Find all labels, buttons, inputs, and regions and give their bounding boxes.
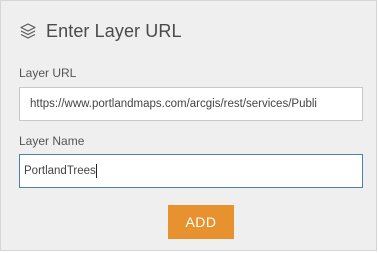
layer-url-label: Layer URL <box>19 66 77 80</box>
panel-header: Enter Layer URL <box>19 19 182 43</box>
layer-name-input[interactable]: PortlandTrees <box>19 154 363 188</box>
text-cursor <box>95 164 97 178</box>
layer-name-label: Layer Name <box>19 134 85 148</box>
layer-name-value: PortlandTrees <box>24 165 96 177</box>
layer-url-input[interactable]: https://www.portlandmaps.com/arcgis/rest… <box>19 87 363 121</box>
layer-url-value: https://www.portlandmaps.com/arcgis/rest… <box>30 98 317 110</box>
enter-layer-url-panel: Enter Layer URL Layer URL https://www.po… <box>0 0 377 251</box>
panel-title: Enter Layer URL <box>46 20 182 41</box>
layers-icon <box>19 22 37 40</box>
add-button[interactable]: ADD <box>168 205 234 239</box>
